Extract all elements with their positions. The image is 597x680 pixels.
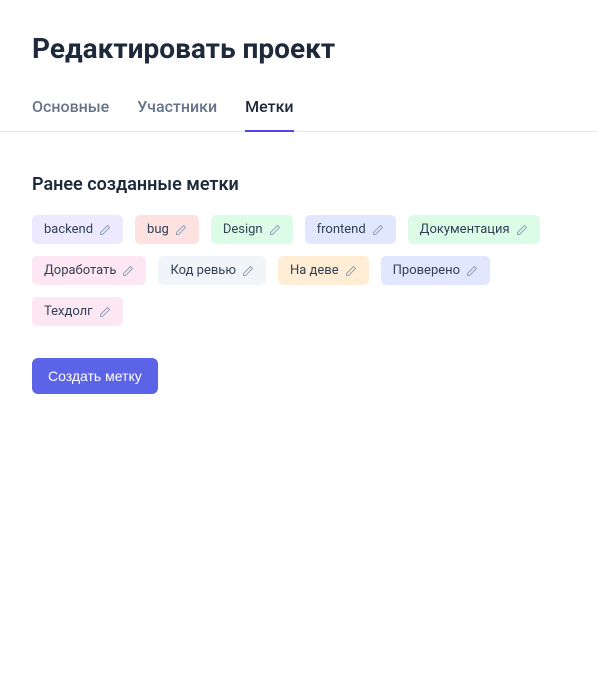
section-title-existing-labels: Ранее созданные метки <box>32 174 565 195</box>
tab-members[interactable]: Участники <box>137 97 217 132</box>
label-chip[interactable]: На деве <box>278 256 369 285</box>
pencil-icon[interactable] <box>372 224 384 236</box>
label-chip-text: backend <box>44 222 93 237</box>
label-chip[interactable]: frontend <box>305 215 396 244</box>
labels-list: backend bug Design frontend <box>32 215 565 326</box>
pencil-icon[interactable] <box>466 265 478 277</box>
label-chip[interactable]: bug <box>135 215 199 244</box>
tab-general[interactable]: Основные <box>32 97 109 132</box>
label-chip[interactable]: Design <box>211 215 293 244</box>
pencil-icon[interactable] <box>122 265 134 277</box>
tab-labels[interactable]: Метки <box>245 97 293 132</box>
page-title: Редактировать проект <box>32 32 565 65</box>
label-chip-text: Документация <box>420 222 510 237</box>
label-chip-text: На деве <box>290 263 339 278</box>
pencil-icon[interactable] <box>99 224 111 236</box>
label-chip-text: Техдолг <box>44 304 93 319</box>
pencil-icon[interactable] <box>345 265 357 277</box>
tabs: Основные Участники Метки <box>0 97 597 132</box>
pencil-icon[interactable] <box>516 224 528 236</box>
label-chip[interactable]: backend <box>32 215 123 244</box>
label-chip-text: Доработать <box>44 263 116 278</box>
label-chip[interactable]: Доработать <box>32 256 146 285</box>
create-label-button[interactable]: Создать метку <box>32 358 158 394</box>
label-chip-text: frontend <box>317 222 366 237</box>
pencil-icon[interactable] <box>99 306 111 318</box>
label-chip-text: bug <box>147 222 169 237</box>
label-chip-text: Код ревью <box>170 263 236 278</box>
pencil-icon[interactable] <box>242 265 254 277</box>
label-chip[interactable]: Техдолг <box>32 297 123 326</box>
label-chip[interactable]: Код ревью <box>158 256 266 285</box>
label-chip[interactable]: Проверено <box>381 256 490 285</box>
label-chip-text: Проверено <box>393 263 460 278</box>
label-chip[interactable]: Документация <box>408 215 540 244</box>
label-chip-text: Design <box>223 222 263 237</box>
pencil-icon[interactable] <box>269 224 281 236</box>
pencil-icon[interactable] <box>175 224 187 236</box>
